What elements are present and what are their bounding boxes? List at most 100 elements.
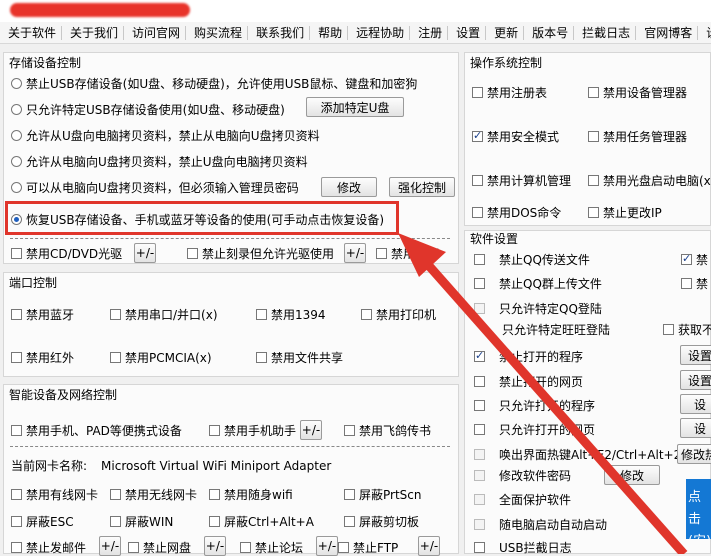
disable-safe-mode[interactable]: 禁用安全模式 [472, 128, 559, 145]
radio[interactable] [11, 104, 22, 115]
sw-usb-log[interactable]: USB拦截日志 [474, 539, 572, 556]
disable-dos[interactable]: 禁用DOS命令 [472, 204, 561, 221]
cd-toggle-button[interactable]: +/- [134, 243, 156, 263]
radio[interactable] [11, 78, 22, 89]
block-esc[interactable]: 屏蔽ESC [11, 513, 74, 530]
add-usb-button[interactable]: 添加特定U盘 [306, 97, 404, 117]
sw-only-webpages[interactable]: 只允许打开的网页 [474, 421, 595, 438]
nic-name: Microsoft Virtual WiFi Miniport Adapter [101, 458, 332, 473]
sw-block-programs[interactable]: 禁止打开的程序 [474, 348, 583, 365]
enhance-control-button[interactable]: 强化控制 [389, 177, 455, 197]
disable-infrared[interactable]: 禁用红外 [11, 349, 74, 366]
email-toggle[interactable]: +/- [99, 536, 121, 556]
menu-item-remote[interactable]: 远程协助 [348, 25, 411, 40]
disable-ip-change[interactable]: 禁止更改IP [588, 204, 662, 221]
disable-printer[interactable]: 禁用打印机 [361, 306, 436, 323]
block-forum[interactable]: 禁止论坛 [240, 539, 303, 556]
title-bar [0, 0, 711, 22]
floppy-disable-checkbox[interactable]: 禁用软驱 [376, 245, 439, 262]
sw-get-right[interactable]: 获取不 [663, 321, 711, 338]
disable-computer-management[interactable]: 禁用计算机管理 [472, 172, 571, 189]
menu-item-more[interactable]: 设 [698, 26, 711, 40]
side-banner[interactable]: 点击 (安) [686, 479, 711, 539]
menu-item-contact[interactable]: 联系我们 [248, 25, 311, 40]
setting-button-1[interactable]: 设置 [680, 345, 711, 365]
disable-cd-boot[interactable]: 禁用光盘启动电脑(x) [588, 172, 711, 189]
disable-1394[interactable]: 禁用1394 [256, 306, 326, 323]
block-ctrl-alt-a[interactable]: 屏蔽Ctrl+Alt+A [209, 513, 314, 530]
block-clipboard[interactable]: 屏蔽剪切板 [344, 513, 419, 530]
menu-item-register[interactable]: 注册 [410, 25, 449, 40]
sw-only-wangwang[interactable]: 只允许特定旺旺登陆 [490, 321, 610, 338]
menu-item-settings[interactable]: 设置 [448, 25, 487, 40]
block-ftp[interactable]: 禁止FTP [338, 539, 398, 556]
menu-item-version[interactable]: 版本号 [524, 25, 575, 40]
storage-option-4[interactable]: 允许从电脑向U盘拷贝资料，禁止U盘向电脑拷贝资料 [11, 153, 308, 170]
disable-portable-wifi[interactable]: 禁用随身wifi [209, 486, 293, 503]
menu-item-about-us[interactable]: 关于我们 [62, 25, 125, 40]
storage-option-2[interactable]: 只允许特定USB存储设备使用(如U盘、移动硬盘) [11, 101, 285, 118]
menu-item-purchase[interactable]: 购买流程 [186, 25, 249, 40]
menu-item-website[interactable]: 访问官网 [124, 25, 187, 40]
storage-option-1[interactable]: 禁止USB存储设备(如U盘、移动硬盘)，允许使用USB鼠标、键盘和加密狗 [11, 75, 417, 92]
menu-item-blog[interactable]: 官网博客 [636, 25, 699, 40]
disable-serial[interactable]: 禁用串口/并口(x) [110, 306, 218, 323]
block-prtscn[interactable]: 屏蔽PrtScn [344, 486, 422, 503]
burn-toggle-button[interactable]: +/- [344, 243, 366, 263]
divider [10, 238, 450, 239]
radio[interactable] [11, 182, 22, 193]
disable-portable[interactable]: 禁用手机、PAD等便携式设备 [11, 422, 182, 439]
block-win[interactable]: 屏蔽WIN [110, 513, 173, 530]
storage-option-5[interactable]: 可以从电脑向U盘拷贝资料，但必须输入管理员密码 [11, 179, 299, 196]
disable-registry[interactable]: 禁用注册表 [472, 84, 547, 101]
menu-item-intercept-log[interactable]: 拦截日志 [574, 25, 637, 40]
sw-block-webpages[interactable]: 禁止打开的网页 [474, 373, 583, 390]
disable-phone-assistant[interactable]: 禁用手机助手 [209, 422, 296, 439]
radio[interactable] [11, 130, 22, 141]
hotkey-modify-button[interactable]: 修改热 [677, 444, 711, 464]
menu-item-update[interactable]: 更新 [486, 25, 525, 40]
modify-password-button[interactable]: 修改 [321, 177, 377, 197]
sw-autostart[interactable]: 随电脑启动自动启动 [474, 516, 607, 533]
menu-item-help[interactable]: 帮助 [310, 25, 349, 40]
sw-block-qq-file[interactable]: 禁止QQ传送文件 [474, 251, 590, 268]
setting-button-2[interactable]: 设置 [680, 370, 711, 390]
sw-full-protect[interactable]: 全面保护软件 [474, 491, 571, 508]
sw-only-qq[interactable]: 只允许特定QQ登陆 [474, 300, 602, 317]
radio[interactable] [11, 156, 22, 167]
redacted-title [10, 3, 190, 17]
nic-row: 当前网卡名称: Microsoft Virtual WiFi Miniport A… [11, 458, 332, 474]
disable-task-manager[interactable]: 禁用任务管理器 [588, 128, 687, 145]
setting-button-4[interactable]: 设 [680, 418, 711, 438]
netdisk-toggle[interactable]: +/- [204, 536, 226, 556]
smart-title: 智能设备及网络控制 [9, 388, 118, 402]
phone-assistant-toggle[interactable]: +/- [300, 420, 322, 440]
block-netdisk[interactable]: 禁止网盘 [128, 539, 191, 556]
menu-item-about-software[interactable]: 关于软件 [0, 25, 63, 40]
sw-block-qq-group[interactable]: 禁止QQ群上传文件 [474, 275, 602, 292]
disable-wired-nic[interactable]: 禁用有线网卡 [11, 486, 98, 503]
software-title: 软件设置 [470, 232, 519, 246]
disable-wireless-nic[interactable]: 禁用无线网卡 [110, 486, 197, 503]
sw-only-programs[interactable]: 只允许打开的程序 [474, 397, 595, 414]
disable-feige[interactable]: 禁用飞鸽传书 [344, 422, 431, 439]
storage-title: 存储设备控制 [9, 56, 82, 70]
ftp-toggle[interactable]: +/- [418, 536, 440, 556]
sw-hotkey[interactable]: 唤出界面热键Alt+F2/Ctrl+Alt+2 [474, 446, 681, 463]
menu-bar: 关于软件 关于我们 访问官网 购买流程 联系我们 帮助 远程协助 注册 设置 更… [0, 22, 711, 44]
setting-button-3[interactable]: 设 [680, 394, 711, 414]
os-title: 操作系统控制 [470, 56, 543, 70]
burn-disable-checkbox[interactable]: 禁止刻录但允许光驱使用 [187, 245, 334, 262]
storage-option-3[interactable]: 允许从U盘向电脑拷贝资料，禁止从电脑向U盘拷贝资料 [11, 127, 320, 144]
sw-modify-password[interactable]: 修改软件密码 [474, 467, 571, 484]
block-email[interactable]: 禁止发邮件 [11, 539, 86, 556]
forum-toggle[interactable]: +/- [316, 536, 338, 556]
disable-bluetooth[interactable]: 禁用蓝牙 [11, 306, 74, 323]
sw-password-modify-button[interactable]: 修改 [604, 465, 660, 485]
sw-right-1[interactable]: 禁 [681, 251, 708, 268]
disable-file-share[interactable]: 禁用文件共享 [256, 349, 343, 366]
disable-device-manager[interactable]: 禁用设备管理器 [588, 84, 687, 101]
disable-cd-checkbox[interactable]: 禁用CD/DVD光驱 [11, 245, 122, 262]
disable-pcmcia[interactable]: 禁用PCMCIA(x) [110, 349, 212, 366]
sw-right-2[interactable]: 禁 [681, 275, 708, 292]
